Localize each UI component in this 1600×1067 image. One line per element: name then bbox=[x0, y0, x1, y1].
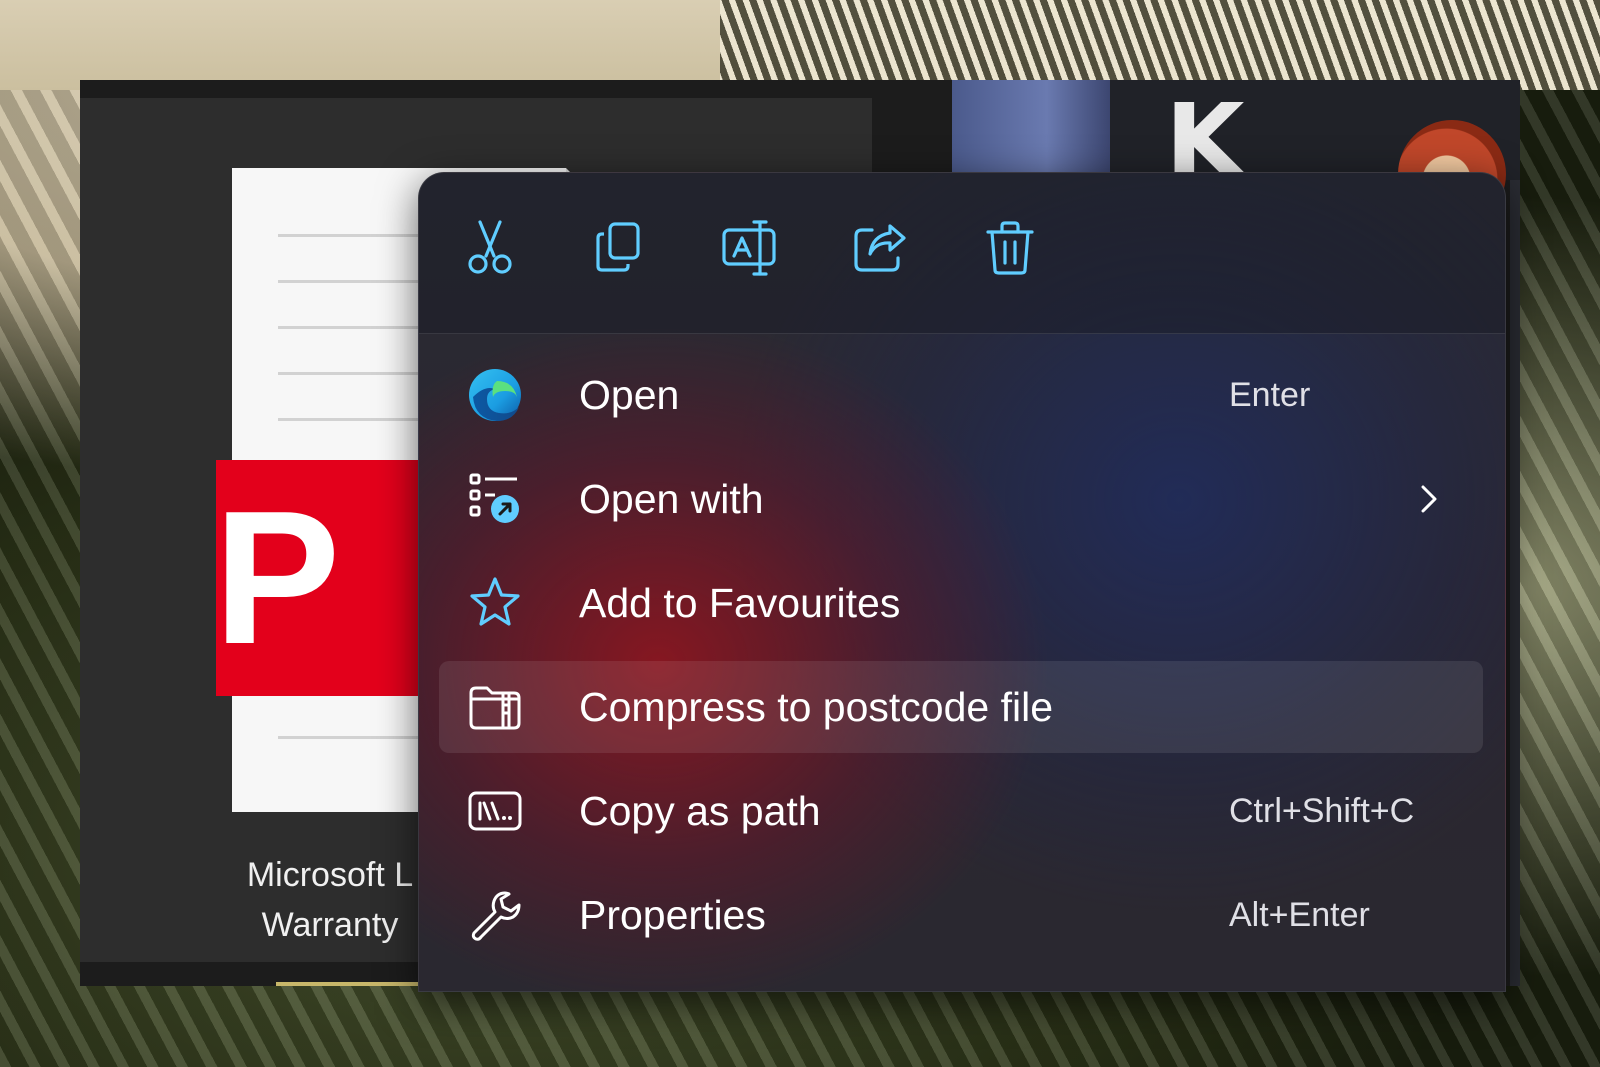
wrench-icon bbox=[467, 887, 523, 943]
menu-item-shortcut: Enter bbox=[1229, 376, 1311, 414]
share-button[interactable] bbox=[845, 213, 915, 283]
file-thumbnail[interactable] bbox=[952, 80, 1110, 180]
delete-icon bbox=[986, 221, 1034, 275]
menu-item-shortcut: Alt+Enter bbox=[1229, 896, 1370, 934]
desktop-wallpaper bbox=[0, 0, 1600, 90]
menu-item-label: Copy as path bbox=[579, 788, 821, 834]
cut-button[interactable] bbox=[455, 213, 525, 283]
context-menu-toolbar bbox=[419, 173, 1505, 334]
open-with-icon bbox=[467, 471, 523, 527]
menu-item-shortcut: Ctrl+Shift+C bbox=[1229, 792, 1415, 830]
menu-item-label: Open bbox=[579, 372, 680, 418]
chevron-right-icon bbox=[1421, 485, 1437, 513]
menu-item-properties[interactable]: Properties Alt+Enter bbox=[439, 869, 1483, 961]
edge-icon bbox=[467, 367, 523, 423]
share-icon bbox=[854, 224, 906, 272]
menu-item-label: Open with bbox=[579, 476, 764, 522]
star-icon bbox=[467, 575, 523, 631]
menu-item-label: Add to Favourites bbox=[579, 580, 901, 626]
menu-item-label: Properties bbox=[579, 892, 766, 938]
menu-item-add-to-favourites[interactable]: Add to Favourites bbox=[439, 557, 1483, 649]
menu-item-label: Compress to postcode file bbox=[579, 684, 1054, 730]
menu-item-open[interactable]: Open Enter bbox=[439, 349, 1483, 441]
menu-item-open-with[interactable]: Open with bbox=[439, 453, 1483, 545]
delete-button[interactable] bbox=[975, 213, 1045, 283]
copy-icon bbox=[596, 222, 640, 272]
cut-icon bbox=[468, 220, 512, 274]
copy-button[interactable] bbox=[585, 213, 655, 283]
scrollbar-track[interactable] bbox=[1510, 180, 1520, 986]
rename-icon bbox=[722, 220, 776, 276]
menu-item-copy-as-path[interactable]: Copy as path Ctrl+Shift+C bbox=[439, 765, 1483, 857]
path-icon bbox=[467, 783, 523, 839]
menu-item-compress[interactable]: Compress to postcode file bbox=[439, 661, 1483, 753]
context-menu: Open Enter Open with Add to Favourites C… bbox=[418, 172, 1506, 992]
pdf-badge-letter: P bbox=[213, 472, 341, 684]
zip-folder-icon bbox=[467, 679, 523, 735]
rename-button[interactable] bbox=[715, 213, 785, 283]
logo-thumbnail[interactable]: K bbox=[1165, 102, 1265, 180]
